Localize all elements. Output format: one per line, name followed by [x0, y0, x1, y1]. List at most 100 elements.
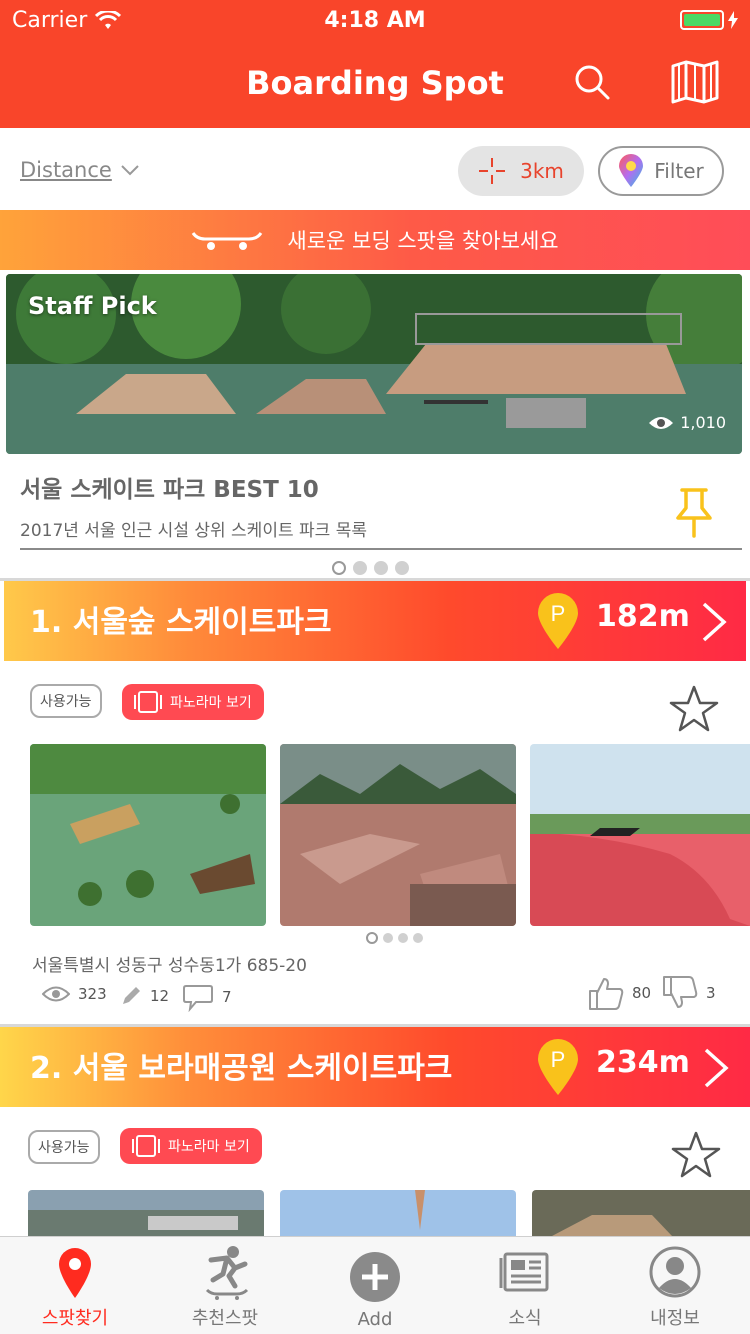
page-title: Boarding Spot — [246, 64, 504, 102]
banner-text: 새로운 보딩 스팟을 찾아보세요 — [287, 229, 559, 253]
tab-label: 소식 — [508, 1308, 542, 1329]
spot-photo[interactable] — [530, 744, 750, 926]
profile-icon — [649, 1246, 701, 1298]
views-count: 323 — [78, 985, 107, 1003]
comment-icon — [183, 985, 213, 1012]
tab-news[interactable]: 소식 — [450, 1237, 600, 1334]
promo-banner[interactable]: 새로운 보딩 스팟을 찾아보세요 — [0, 210, 750, 270]
filter-label: Filter — [654, 159, 704, 183]
crosshair-icon — [479, 158, 506, 184]
staff-pick-views: 1,010 — [648, 413, 726, 432]
eye-icon — [42, 986, 70, 1002]
tab-recommended[interactable]: 추천스팟 — [150, 1237, 300, 1334]
spot-name: 1. 서울숲 스케이트파크 — [30, 605, 332, 640]
radius-label: 3km — [520, 159, 564, 183]
skatepark-photo — [280, 1190, 516, 1236]
panorama-button[interactable]: 파노라마 보기 — [120, 1128, 262, 1164]
page-dot[interactable] — [374, 561, 388, 575]
filter-button[interactable]: Filter — [598, 146, 724, 196]
spot-photo[interactable] — [280, 744, 516, 926]
tab-add[interactable]: Add — [300, 1237, 450, 1334]
thumbs-up-icon — [589, 978, 624, 1010]
comments-stat[interactable]: 7 — [182, 982, 232, 1012]
tab-label: 스팟찾기 — [41, 1308, 109, 1329]
chevron-right-icon[interactable] — [702, 1047, 730, 1089]
skateboard-icon — [192, 232, 263, 250]
tab-find-spot[interactable]: 스팟찾기 — [0, 1237, 150, 1334]
spot-photo-dots[interactable] — [366, 932, 423, 944]
staff-pick-image[interactable]: Staff Pick 1,010 — [6, 274, 742, 454]
page-dot[interactable] — [395, 561, 409, 575]
spot-address: 서울특별시 성동구 성수동1가 685-20 — [32, 956, 307, 976]
add-circle-icon — [350, 1252, 400, 1302]
page-dot[interactable] — [398, 933, 408, 943]
edits-count: 12 — [150, 987, 170, 1005]
page-dot[interactable] — [332, 561, 346, 575]
tab-bar: 스팟찾기 추천스팟 Add 소식 내정보 — [0, 1236, 750, 1334]
spot-distance: 182m — [596, 599, 690, 634]
news-icon — [499, 1252, 549, 1292]
views-count: 1,010 — [680, 413, 726, 432]
tab-label: 추천스팟 — [191, 1308, 259, 1329]
chevron-down-icon — [121, 165, 139, 176]
spot-header[interactable]: 2. 서울 보라매공원 스케이트파크 P 234m — [0, 1027, 750, 1107]
spot-name: 2. 서울 보라매공원 스케이트파크 — [30, 1051, 453, 1086]
staff-pick-page-dots[interactable] — [332, 561, 409, 575]
star-icon[interactable] — [668, 684, 720, 734]
parking-pin-icon: P — [538, 1039, 578, 1095]
staff-pick-title[interactable]: 서울 스케이트 파크 BEST 10 — [20, 470, 319, 504]
pushpin-icon[interactable] — [672, 486, 716, 538]
staff-pick-description: 2017년 서울 인근 시설 상위 스케이트 파크 목록 — [20, 521, 367, 541]
colorful-pin-icon — [619, 154, 644, 187]
like-button[interactable]: 80 — [588, 975, 651, 1011]
sort-label: Distance — [20, 158, 112, 182]
spot-header[interactable]: 1. 서울숲 스케이트파크 P 182m — [4, 581, 746, 661]
eye-icon — [649, 416, 674, 429]
svg-text:P: P — [551, 601, 566, 626]
skatepark-photo — [280, 744, 516, 926]
battery-icon — [680, 10, 738, 30]
skater-icon — [205, 1246, 249, 1300]
views-stat: 323 — [42, 985, 107, 1003]
pencil-icon — [123, 987, 140, 1004]
star-icon[interactable] — [670, 1130, 722, 1180]
location-pin-icon — [59, 1248, 91, 1298]
dislikes-count: 3 — [706, 984, 716, 1002]
panorama-button[interactable]: 파노라마 보기 — [122, 684, 264, 720]
spot-photo[interactable] — [532, 1190, 750, 1236]
panorama-label: 파노라마 보기 — [170, 695, 252, 711]
chevron-right-icon[interactable] — [700, 601, 728, 643]
spot-photo[interactable] — [28, 1190, 264, 1236]
panorama-icon — [134, 691, 162, 713]
spot-distance: 234m — [596, 1045, 690, 1080]
tab-label: Add — [357, 1309, 393, 1330]
likes-count: 80 — [632, 984, 652, 1002]
tab-label: 내정보 — [650, 1308, 700, 1329]
staff-pick-label: Staff Pick — [28, 292, 157, 320]
dislike-button[interactable]: 3 — [662, 975, 716, 1011]
panorama-label: 파노라마 보기 — [168, 1139, 250, 1155]
skatepark-photo — [30, 744, 266, 926]
page-dot[interactable] — [413, 933, 423, 943]
page-dot[interactable] — [366, 932, 378, 944]
spot-photo[interactable] — [280, 1190, 516, 1236]
map-icon[interactable] — [670, 60, 720, 104]
divider — [20, 548, 742, 550]
status-badge: 사용가능 — [28, 1130, 100, 1164]
page-dot[interactable] — [353, 561, 367, 575]
tab-my-info[interactable]: 내정보 — [600, 1237, 750, 1334]
filter-bar: Distance 3km Filter — [0, 128, 750, 210]
status-bar: Carrier 4:18 AM — [0, 0, 750, 40]
skatepark-photo — [28, 1190, 264, 1236]
spot-photo[interactable] — [30, 744, 266, 926]
comments-count: 7 — [222, 988, 232, 1006]
sort-dropdown[interactable]: Distance — [20, 158, 140, 182]
app-header: Carrier 4:18 AM Boarding Spot — [0, 0, 750, 128]
search-icon[interactable] — [570, 60, 614, 104]
panorama-icon — [132, 1135, 160, 1157]
status-badge: 사용가능 — [30, 684, 102, 718]
skatepark-photo — [530, 744, 750, 926]
radius-button[interactable]: 3km — [458, 146, 584, 196]
parking-pin-icon: P — [538, 593, 578, 649]
page-dot[interactable] — [383, 933, 393, 943]
